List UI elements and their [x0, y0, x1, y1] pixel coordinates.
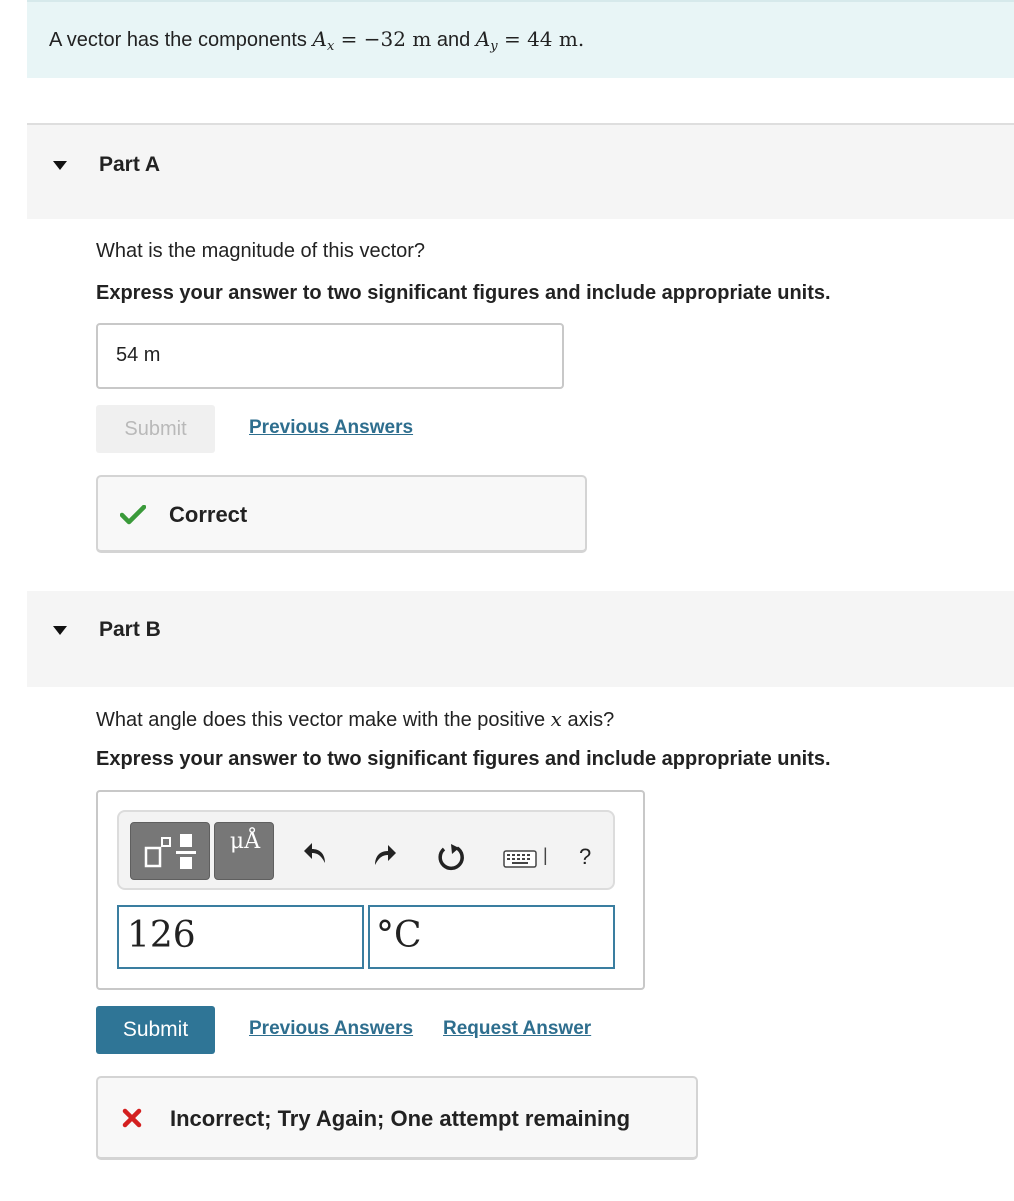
redo-icon[interactable]	[371, 843, 397, 867]
part-b-question-tail: axis?	[561, 709, 615, 731]
part-b-previous-answers-link[interactable]: Previous Answers	[249, 1018, 413, 1040]
reset-icon[interactable]	[437, 843, 465, 871]
cross-icon	[122, 1108, 142, 1128]
keyboard-icon[interactable]	[503, 850, 537, 868]
problem-statement: A vector has the components Ax = −32 m a…	[27, 0, 1014, 78]
request-answer-link[interactable]: Request Answer	[443, 1018, 591, 1040]
part-a-previous-answers-link[interactable]: Previous Answers	[249, 417, 413, 439]
sentence-end: .	[577, 27, 585, 51]
ay-value: = 44 m	[497, 27, 578, 51]
part-b-question: What angle does this vector make with th…	[96, 707, 614, 732]
collapse-caret-icon[interactable]	[53, 161, 67, 170]
units-input-text: °C	[376, 915, 422, 956]
keyboard-separator: |	[543, 845, 548, 865]
part-a-answer-value: 54 m	[116, 344, 161, 366]
part-b-answer-editor: μÅ | ? 126 °C	[96, 790, 645, 990]
part-a-header[interactable]: Part A	[27, 123, 1014, 219]
help-icon[interactable]: ?	[579, 844, 591, 870]
problem-lead: A vector has the components	[49, 29, 313, 51]
collapse-caret-icon[interactable]	[53, 626, 67, 635]
units-button[interactable]: μÅ	[214, 822, 274, 880]
ay-subscript: y	[490, 39, 498, 54]
part-a-answer-field[interactable]: 54 m	[96, 323, 564, 389]
part-b-feedback-text: Incorrect; Try Again; One attempt remain…	[170, 1106, 631, 1131]
part-b-instruction: Express your answer to two significant f…	[96, 748, 831, 770]
part-b-feedback: Incorrect; Try Again; One attempt remain…	[96, 1076, 698, 1160]
value-input[interactable]: 126	[117, 905, 364, 969]
part-b-question-lead: What angle does this vector make with th…	[96, 709, 551, 731]
ax-symbol: A	[312, 27, 327, 51]
ay-expression: Ay = 44 m	[475, 27, 578, 54]
units-input[interactable]: °C	[368, 905, 615, 969]
part-b-header[interactable]: Part B	[27, 591, 1014, 687]
ay-symbol: A	[475, 27, 491, 51]
problem-text: A vector has the components Ax = −32 m a…	[49, 27, 584, 54]
value-input-text: 126	[127, 915, 196, 956]
undo-icon[interactable]	[303, 841, 329, 865]
part-a-feedback-text: Correct	[169, 502, 248, 527]
math-toolbar: μÅ | ?	[117, 810, 615, 890]
part-a-instruction: Express your answer to two significant f…	[96, 282, 831, 304]
part-a-submit-button[interactable]: Submit	[96, 405, 215, 453]
templates-icon	[144, 834, 196, 869]
part-b-title: Part B	[99, 618, 161, 641]
units-label: μÅ	[229, 829, 261, 854]
ax-expression: Ax = −32 m	[312, 27, 432, 54]
part-a-feedback: Correct	[96, 475, 587, 553]
part-b-question-var: x	[550, 707, 562, 731]
part-a-title: Part A	[99, 153, 161, 176]
templates-button[interactable]	[130, 822, 210, 880]
part-a-question: What is the magnitude of this vector?	[96, 240, 426, 262]
and-word: and	[431, 29, 476, 51]
part-b-submit-button[interactable]: Submit	[96, 1006, 215, 1054]
checkmark-icon	[120, 505, 146, 525]
ax-value: = −32 m	[334, 27, 432, 51]
